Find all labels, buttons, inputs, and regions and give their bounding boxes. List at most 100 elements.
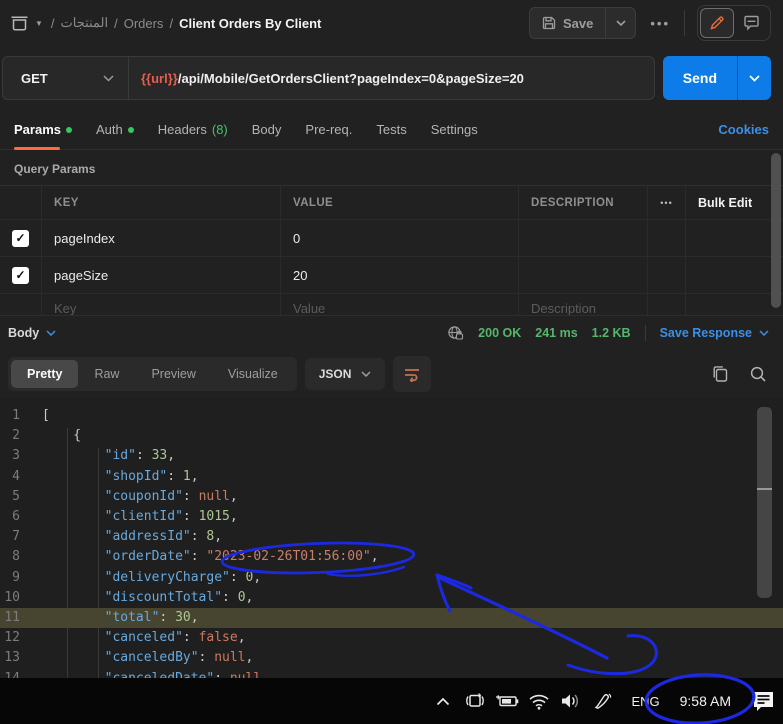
response-body-viewer[interactable]: 1[2 {3 "id": 33,4 "shopId": 1,5 "couponI… [0,398,783,679]
tab-headers-label: Headers [158,122,207,137]
breadcrumb-subfolder[interactable]: Orders [124,16,164,31]
breadcrumb-request-name[interactable]: Client Orders By Client [179,16,321,31]
language-indicator[interactable]: ENG [621,694,669,709]
params-scrollbar-thumb[interactable] [771,153,781,308]
param-value-field[interactable]: 20 [281,257,519,293]
collection-caret-icon[interactable]: ▼ [35,19,43,28]
param-cell [686,220,783,256]
tab-params[interactable]: Params [14,110,72,149]
param-key-field[interactable]: pageIndex [42,220,281,256]
show-hidden-icons-button[interactable] [429,684,457,718]
comments-button[interactable] [734,8,768,38]
breadcrumb-folder[interactable]: المنتجات [61,15,109,31]
tray-volume-button[interactable] [557,684,585,718]
tab-auth-label: Auth [96,122,123,137]
param-cell [648,257,686,293]
save-button[interactable]: Save [530,16,605,31]
param-checkbox[interactable]: ✓ [12,267,29,284]
code-line: 1[ [0,406,783,426]
edit-request-button[interactable] [700,8,734,38]
param-description-field[interactable] [519,257,648,293]
param-checkbox[interactable]: ✓ [12,230,29,247]
param-key-field[interactable]: pageSize [42,257,281,293]
send-split-button: Send [663,56,771,100]
tray-battery-button[interactable] [493,684,521,718]
url-input[interactable]: {{url}}/api/Mobile/GetOrdersClient?pageI… [129,57,654,99]
tray-wifi-button[interactable] [525,684,553,718]
line-number: 1 [0,406,42,426]
action-center-button[interactable] [749,684,777,718]
speaker-icon [560,692,582,710]
line-number: 11 [0,608,42,628]
line-number: 8 [0,547,42,567]
chevron-down-icon [361,371,371,377]
collection-icon[interactable] [10,14,29,33]
tab-settings[interactable]: Settings [431,110,478,149]
view-preview-tab[interactable]: Preview [135,360,211,388]
save-response-label: Save Response [660,326,752,340]
param-cell [648,294,686,315]
code-line: 3 "id": 33, [0,446,783,466]
line-number: 13 [0,648,42,668]
code-line: 13 "canceledBy": null, [0,648,783,668]
param-cell [686,294,783,315]
tab-body[interactable]: Body [252,110,282,149]
param-description-placeholder[interactable]: Description [519,294,648,315]
response-body-dropdown[interactable]: Body [8,326,56,340]
method-selector[interactable]: GET [3,57,129,99]
code-line: 12 "canceled": false, [0,628,783,648]
response-time[interactable]: 241 ms [535,326,577,340]
view-visualize-tab[interactable]: Visualize [212,360,294,388]
save-button-label: Save [563,16,593,31]
chevron-up-icon [436,697,450,706]
line-number: 10 [0,588,42,608]
system-clock[interactable]: 9:58 AM [674,693,745,709]
tab-headers[interactable]: Headers(8) [158,110,228,149]
auth-modified-dot [128,127,134,133]
cookies-link[interactable]: Cookies [718,122,769,137]
send-button[interactable]: Send [663,56,737,100]
param-key-placeholder[interactable]: Key [42,294,281,315]
bulk-edit-button[interactable]: Bulk Edit [686,186,783,219]
param-value-field[interactable]: 0 [281,220,519,256]
view-raw-tab[interactable]: Raw [78,360,135,388]
url-group: GET {{url}}/api/Mobile/GetOrdersClient?p… [2,56,655,100]
tab-params-label: Params [14,122,61,137]
url-path: /api/Mobile/GetOrdersClient?pageIndex=0&… [178,71,524,86]
code-line: 9 "deliveryCharge": 0, [0,568,783,588]
tray-pen-button[interactable] [589,684,617,718]
wrap-text-button[interactable] [393,356,431,392]
header-bar: ▼ / المنتجات / Orders / Client Orders By… [0,0,783,46]
param-value-placeholder[interactable]: Value [281,294,519,315]
param-row-pagesize: ✓ pageSize 20 [0,257,783,294]
tab-prereq[interactable]: Pre-req. [305,110,352,149]
format-dropdown[interactable]: JSON [305,358,386,390]
wifi-icon [528,693,550,710]
params-table: KEY VALUE DESCRIPTION ••• Bulk Edit ✓ pa… [0,185,783,316]
response-size[interactable]: 1.2 KB [592,326,631,340]
line-number: 9 [0,568,42,588]
copy-icon[interactable] [712,365,729,383]
line-number: 3 [0,446,42,466]
search-icon[interactable] [749,365,767,383]
params-header-row: KEY VALUE DESCRIPTION ••• Bulk Edit [0,186,783,220]
response-scrollbar-thumb[interactable] [757,407,772,598]
response-status[interactable]: 200 OK [478,326,521,340]
param-checkbox-cell: ✓ [0,220,42,256]
save-options-caret[interactable] [605,8,635,38]
chevron-down-icon [46,330,56,336]
tray-cast-button[interactable] [461,684,489,718]
more-options-button[interactable]: ••• [648,16,672,31]
comment-icon [743,15,760,31]
column-options-button[interactable]: ••• [648,186,686,219]
save-response-button[interactable]: Save Response [660,326,769,340]
postman-app-window: ▼ / المنتجات / Orders / Client Orders By… [0,0,783,724]
send-options-caret[interactable] [737,56,771,100]
save-icon [542,16,556,30]
response-toolbar: Pretty Raw Preview Visualize JSON [0,350,783,398]
tab-auth[interactable]: Auth [96,110,134,149]
line-number: 7 [0,527,42,547]
view-pretty-tab[interactable]: Pretty [11,360,78,388]
tab-tests[interactable]: Tests [376,110,406,149]
param-description-field[interactable] [519,220,648,256]
